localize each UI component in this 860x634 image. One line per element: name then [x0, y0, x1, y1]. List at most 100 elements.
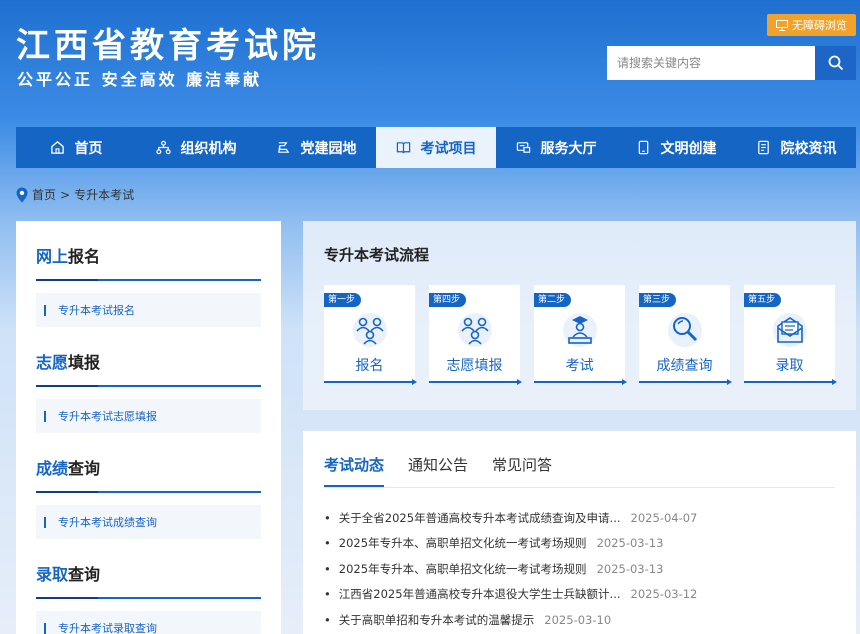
step-badge: 第四步	[429, 293, 467, 307]
news-date: 2025-03-13	[596, 536, 664, 551]
process-step-exam[interactable]: 第二步 考试	[534, 285, 627, 385]
process-step-volunteer[interactable]: 第四步 志愿填报	[429, 285, 522, 385]
home-icon	[50, 141, 64, 154]
phone-icon	[638, 140, 648, 155]
tab-notices[interactable]: 通知公告	[408, 454, 468, 487]
nav-label: 院校资讯	[780, 140, 837, 157]
process-steps: 第一步 报名 第四步 志愿填报 第二步 考试 第三步 成绩查询 第五步 录取	[324, 285, 837, 385]
sidebar-title-rest: 查询	[68, 565, 101, 584]
sidebar-section-title: 成绩查询	[36, 433, 261, 493]
process-step-admission[interactable]: 第五步 录取	[744, 285, 837, 385]
nav-label: 考试项目	[420, 140, 477, 157]
process-title: 专升本考试流程	[324, 246, 430, 264]
news-date: 2025-03-12	[630, 587, 698, 602]
sidebar-link-registration[interactable]: 专升本考试报名	[36, 293, 261, 327]
step-label: 志愿填报	[446, 358, 503, 374]
service-icon	[516, 142, 530, 153]
news-list: 关于全省2025年普通高校专升本考试成绩查询及申请... 2025-04-07 …	[324, 505, 698, 633]
magnifier-icon	[668, 313, 702, 347]
breadcrumb-separator: >	[60, 187, 71, 202]
news-item[interactable]: 2025年专升本、高职单招文化统一考试考场规则 2025-03-13	[324, 556, 697, 582]
news-title: 江西省2025年普通高校专升本退役大学生士兵缺额计...	[338, 587, 621, 602]
news-tabs: 考试动态 通知公告 常见问答	[324, 454, 552, 487]
breadcrumb: 首页 > 专升本考试	[16, 186, 134, 203]
sidebar-title-rest: 报名	[68, 247, 101, 266]
accessibility-button[interactable]: 无障碍浏览	[767, 14, 856, 36]
sidebar-title-rest: 查询	[68, 459, 101, 478]
search-box	[607, 46, 856, 80]
news-date: 2025-04-07	[630, 510, 698, 525]
step-label: 录取	[775, 358, 804, 374]
book-icon	[396, 142, 410, 154]
nav-label: 服务大厅	[540, 140, 597, 157]
users-icon	[458, 313, 492, 347]
accessibility-label: 无障碍浏览	[792, 19, 847, 32]
sidebar-title-highlight: 录取	[36, 565, 69, 584]
nav-item-service[interactable]: 服务大厅	[496, 127, 616, 168]
sidebar: 网上报名 专升本考试报名 志愿填报 专升本考试志愿填报 成绩查询 专升本考试成绩…	[16, 221, 281, 634]
search-button[interactable]	[815, 46, 856, 80]
news-date: 2025-03-13	[596, 561, 664, 576]
sidebar-link-volunteer[interactable]: 专升本考试志愿填报	[36, 399, 261, 433]
step-label: 报名	[355, 358, 384, 374]
nav-item-exams[interactable]: 考试项目	[376, 127, 496, 168]
site-slogan: 公平公正 安全高效 廉洁奉献	[17, 70, 263, 89]
breadcrumb-current: 专升本考试	[74, 188, 135, 202]
step-label: 成绩查询	[656, 358, 713, 374]
tab-faq[interactable]: 常见问答	[492, 454, 552, 487]
news-date: 2025-03-10	[544, 612, 612, 627]
monitor-icon	[776, 19, 788, 31]
location-pin-icon	[16, 187, 28, 202]
nav-item-home[interactable]: 首页	[16, 127, 136, 168]
nav-label: 首页	[74, 140, 103, 157]
nav-label: 文明创建	[660, 140, 717, 157]
process-step-score[interactable]: 第三步 成绩查询	[639, 285, 732, 385]
nav-item-civilization[interactable]: 文明创建	[616, 127, 736, 168]
news-item[interactable]: 2025年专升本、高职单招文化统一考试考场规则 2025-03-13	[324, 531, 697, 557]
sidebar-section-title: 录取查询	[36, 539, 261, 599]
exam-process-panel: 专升本考试流程 第一步 报名 第四步 志愿填报 第二步 考试 第三步 成绩查询 …	[303, 221, 856, 410]
breadcrumb-home[interactable]: 首页	[32, 186, 56, 203]
sidebar-link-score[interactable]: 专升本考试成绩查询	[36, 505, 261, 539]
sidebar-section-registration: 网上报名 专升本考试报名	[16, 221, 281, 327]
nav-item-college-news[interactable]: 院校资讯	[736, 127, 856, 168]
party-icon	[277, 142, 289, 153]
nav-label: 组织机构	[180, 140, 237, 157]
news-title: 关于高职单招和专升本考试的温馨提示	[338, 612, 535, 627]
sidebar-link-admission[interactable]: 专升本考试录取查询	[36, 611, 261, 634]
search-input[interactable]	[607, 46, 815, 80]
news-title: 2025年专升本、高职单招文化统一考试考场规则	[338, 536, 587, 551]
step-label: 考试	[565, 358, 594, 374]
news-panel: 考试动态 通知公告 常见问答 关于全省2025年普通高校专升本考试成绩查询及申请…	[303, 431, 856, 634]
org-icon	[155, 140, 171, 155]
news-divider	[324, 487, 835, 488]
sidebar-section-score: 成绩查询 专升本考试成绩查询	[16, 433, 281, 539]
news-item[interactable]: 关于全省2025年普通高校专升本考试成绩查询及申请... 2025-04-07	[324, 505, 698, 531]
sidebar-title-highlight: 成绩	[36, 459, 69, 478]
sidebar-section-title: 志愿填报	[36, 327, 261, 387]
process-step-register[interactable]: 第一步 报名	[324, 285, 417, 385]
site-title: 江西省教育考试院	[16, 26, 320, 66]
nav-item-party[interactable]: 党建园地	[256, 127, 376, 168]
nav-label: 党建园地	[300, 140, 357, 157]
sidebar-title-highlight: 志愿	[36, 353, 69, 372]
sidebar-section-volunteer: 志愿填报 专升本考试志愿填报	[16, 327, 281, 433]
main-nav: 首页 组织机构 党建园地 考试项目 服务大厅 文明创建 院校资讯	[16, 127, 856, 168]
mail-icon	[773, 313, 807, 347]
news-title: 关于全省2025年普通高校专升本考试成绩查询及申请...	[338, 510, 621, 525]
sidebar-section-admission: 录取查询 专升本考试录取查询	[16, 539, 281, 634]
search-icon	[828, 55, 843, 71]
step-badge: 第三步	[639, 293, 677, 307]
tab-exam-news[interactable]: 考试动态	[324, 454, 385, 487]
news-item[interactable]: 江西省2025年普通高校专升本退役大学生士兵缺额计... 2025-03-12	[324, 582, 698, 608]
news-title: 2025年专升本、高职单招文化统一考试考场规则	[338, 561, 587, 576]
nav-item-org[interactable]: 组织机构	[136, 127, 256, 168]
exam-icon	[563, 313, 597, 347]
sidebar-title-rest: 填报	[68, 353, 101, 372]
sidebar-section-title: 网上报名	[36, 221, 261, 281]
users-icon	[353, 313, 387, 347]
step-badge: 第五步	[744, 293, 782, 307]
step-badge: 第一步	[324, 293, 362, 307]
news-item[interactable]: 关于高职单招和专升本考试的温馨提示 2025-03-10	[324, 607, 697, 633]
sidebar-title-highlight: 网上	[36, 247, 69, 266]
